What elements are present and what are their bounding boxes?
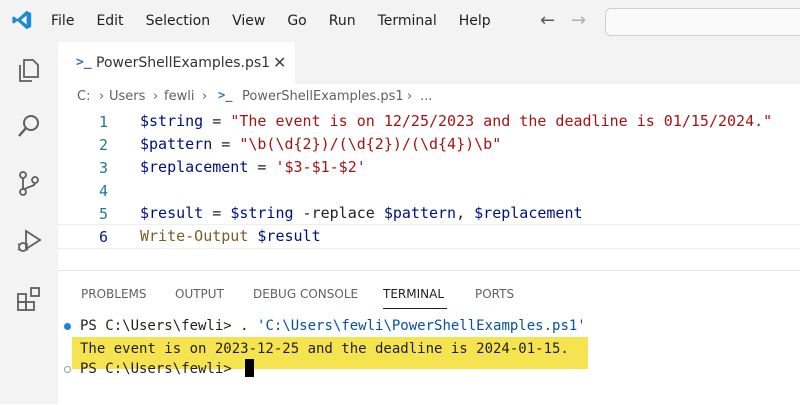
code-token: $pattern <box>383 204 457 222</box>
code-token: $pattern <box>140 135 213 153</box>
line-number: 5 <box>98 205 108 223</box>
title-bar: File Edit Selection View Go Run Terminal… <box>0 0 800 42</box>
code-line: 5 $result = $string -replace $pattern, $… <box>58 202 800 225</box>
tab-terminal[interactable]: TERMINAL <box>383 287 444 301</box>
code-token: = <box>212 135 240 153</box>
code-line: 4 <box>58 179 800 202</box>
breadcrumb-c[interactable]: C: <box>77 89 90 104</box>
active-tab-indicator <box>383 308 447 309</box>
code-token: = <box>203 112 231 130</box>
run-and-debug-icon[interactable] <box>15 227 43 255</box>
activity-bar <box>0 42 58 404</box>
code-token: $replacement <box>474 204 583 222</box>
menu-file[interactable]: File <box>40 13 85 29</box>
menu-terminal[interactable]: Terminal <box>367 13 448 29</box>
code-token: = <box>248 158 276 176</box>
forward-arrow-icon[interactable]: → <box>571 10 586 31</box>
tab-ports[interactable]: PORTS <box>475 287 514 301</box>
code-line: 3 $replacement = '$3-$1-$2' <box>58 156 800 179</box>
powershell-icon: >_ <box>76 55 92 70</box>
source-control-icon[interactable] <box>15 169 43 197</box>
code-line: 1 $string = "The event is on 12/25/2023 … <box>58 110 800 133</box>
tab-output[interactable]: OUTPUT <box>175 287 224 301</box>
chevron-right-icon: › <box>153 89 159 104</box>
extensions-icon[interactable] <box>15 285 43 313</box>
code-line: 2 $pattern = "\b(\d{2})/(\d{2})/(\d{4})\… <box>58 133 800 156</box>
chevron-right-icon: › <box>202 89 208 104</box>
vscode-logo-icon <box>12 10 32 30</box>
terminal-cursor <box>245 359 254 377</box>
line-number: 3 <box>98 159 108 177</box>
editor-tab-bar: >_ PowerShellExamples.ps1 ✕ <box>58 42 800 85</box>
terminal-command-line[interactable]: PS C:\Users\fewli> . 'C:\Users\fewli\Pow… <box>80 318 586 334</box>
line-number: 4 <box>98 182 108 200</box>
menu-edit[interactable]: Edit <box>85 13 134 29</box>
menu-bar: File Edit Selection View Go Run Terminal… <box>40 0 502 42</box>
menu-run[interactable]: Run <box>318 13 367 29</box>
current-code-line: 6 Write-Output $result <box>58 224 800 249</box>
breadcrumb-more[interactable]: ... <box>420 89 432 104</box>
chevron-right-icon: › <box>407 89 413 104</box>
command-center-search[interactable] <box>605 8 800 36</box>
tab-powershellexamples[interactable]: >_ PowerShellExamples.ps1 ✕ <box>58 42 295 85</box>
back-arrow-icon[interactable]: ← <box>540 10 555 31</box>
code-token: '$3-$1-$2' <box>275 158 366 176</box>
breadcrumb-file[interactable]: PowerShellExamples.ps1 <box>242 89 404 104</box>
line-number: 1 <box>98 113 108 131</box>
menu-help[interactable]: Help <box>448 13 502 29</box>
tab-debug-console[interactable]: DEBUG CONSOLE <box>253 287 358 301</box>
code-token: "\b(\d{2})/(\d{2})/(\d{4})\b" <box>239 135 502 153</box>
code-token: $result <box>140 204 204 222</box>
breadcrumb: C: › Users › fewli › >_ PowerShellExampl… <box>58 84 800 110</box>
explorer-icon[interactable] <box>15 56 43 84</box>
command-pending-dot-icon <box>64 366 71 373</box>
code-editor[interactable]: 1 $string = "The event is on 12/25/2023 … <box>58 110 800 270</box>
breadcrumb-fewli[interactable]: fewli <box>164 89 194 104</box>
command-success-dot-icon <box>64 323 71 330</box>
code-token: Write-Output <box>140 227 249 245</box>
code-token: "The event is on 12/25/2023 and the dead… <box>230 112 773 130</box>
code-token: = <box>203 204 231 222</box>
breadcrumb-users[interactable]: Users <box>109 89 145 104</box>
line-number: 6 <box>98 228 108 246</box>
chevron-right-icon: › <box>99 89 105 104</box>
menu-selection[interactable]: Selection <box>135 13 222 29</box>
search-icon[interactable] <box>15 112 43 140</box>
terminal-output: The event is on 2023-12-25 and the deadl… <box>80 341 569 357</box>
menu-go[interactable]: Go <box>276 13 317 29</box>
terminal-command-path: 'C:\Users\fewli\PowerShellExamples.ps1' <box>257 318 586 334</box>
code-token: $string <box>140 112 204 130</box>
code-token: $result <box>257 227 321 245</box>
menu-view[interactable]: View <box>221 13 276 29</box>
terminal-command: . <box>240 318 258 334</box>
code-token: $replacement <box>140 158 249 176</box>
code-token: -replace <box>293 204 384 222</box>
powershell-icon: >_ <box>218 88 233 102</box>
code-token: $string <box>230 204 294 222</box>
close-icon[interactable]: ✕ <box>273 53 286 72</box>
terminal-prompt-line[interactable]: PS C:\Users\fewli> <box>80 361 240 377</box>
tab-label: PowerShellExamples.ps1 <box>96 55 271 71</box>
terminal-prompt: PS C:\Users\fewli> <box>80 318 241 334</box>
code-token: , <box>456 204 475 222</box>
tab-problems[interactable]: PROBLEMS <box>81 287 147 301</box>
line-number: 2 <box>98 136 108 154</box>
